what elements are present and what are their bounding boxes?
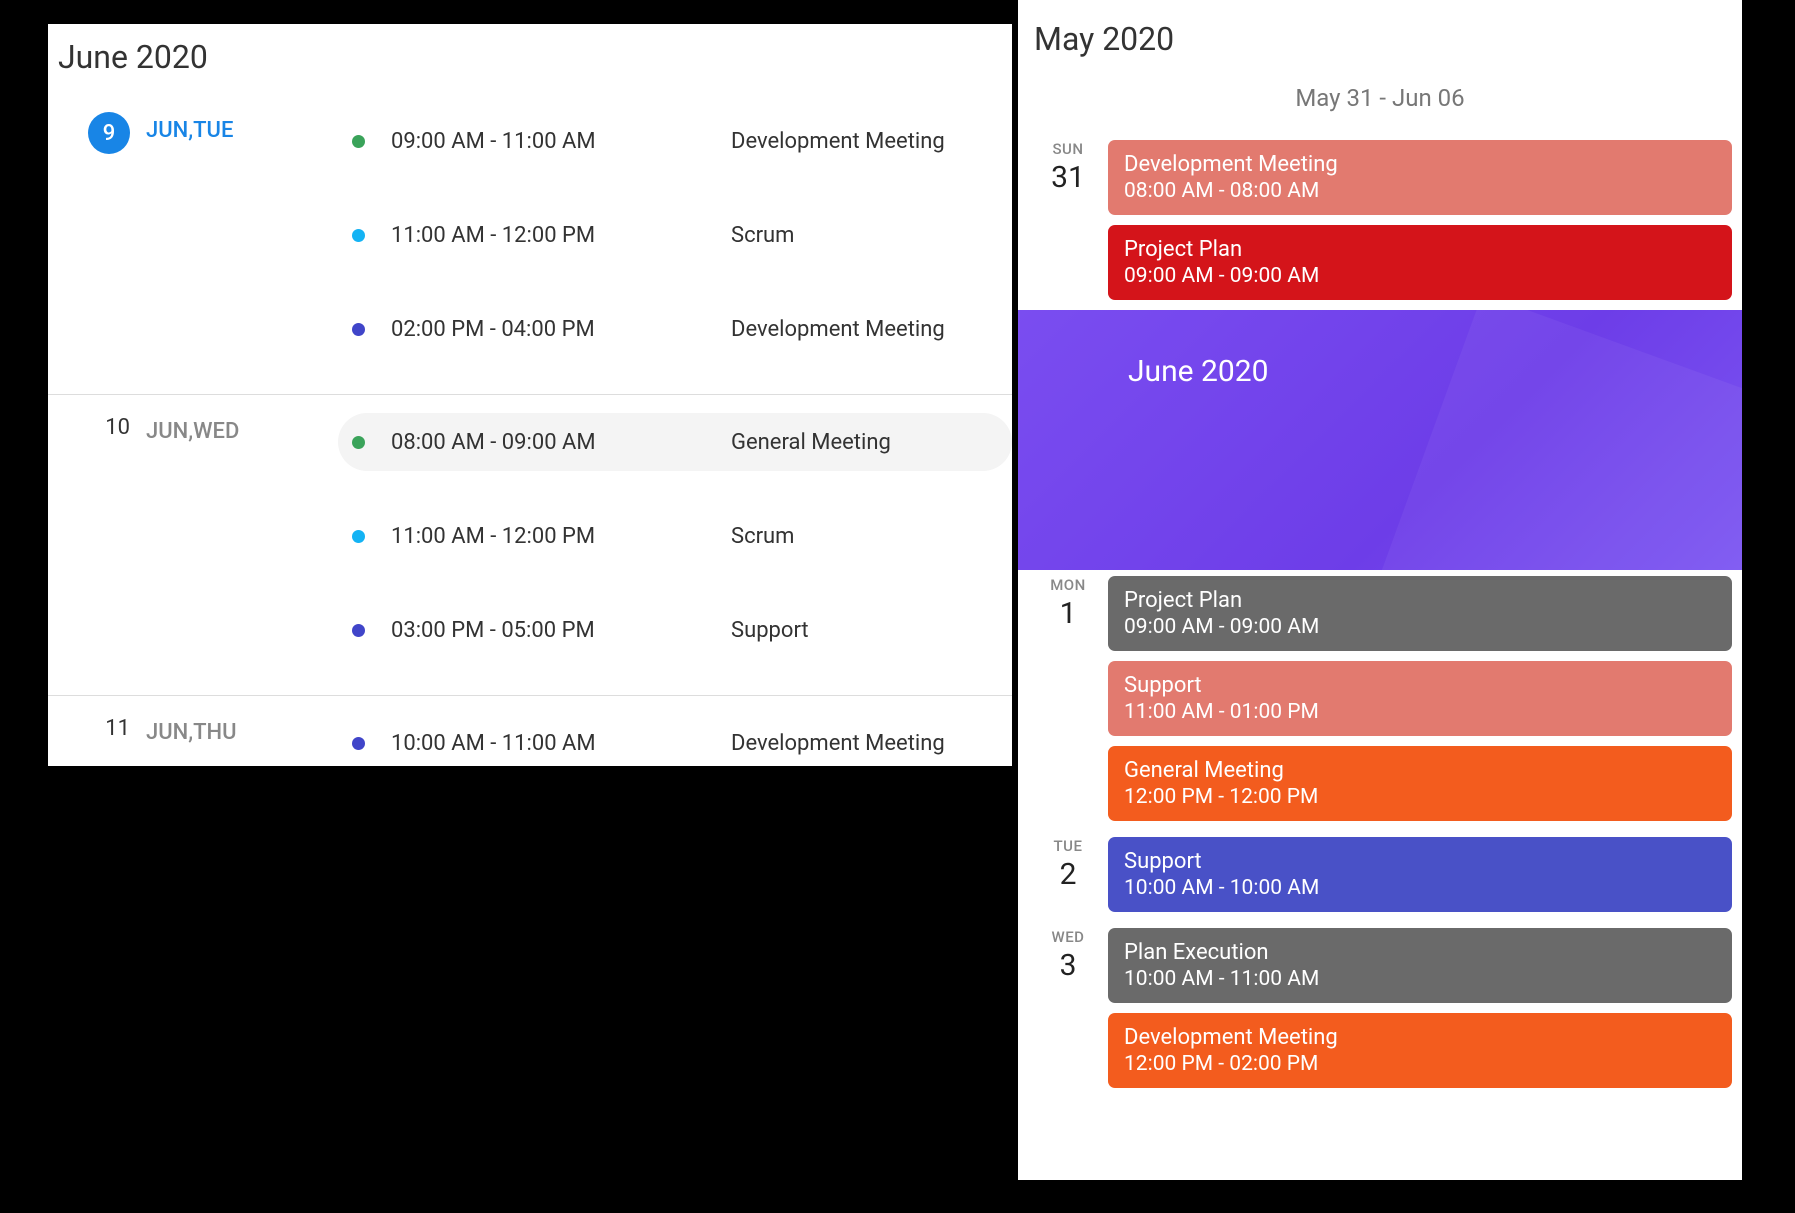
week-event-card[interactable]: Development Meeting08:00 AM - 08:00 AM	[1108, 140, 1732, 215]
agenda-events-column: 10:00 AM - 11:00 AMDevelopment Meeting	[338, 714, 1012, 766]
event-color-dot-icon	[352, 135, 365, 148]
agenda-day-label: JUN,TUE	[146, 112, 233, 143]
event-title: Development Meeting	[731, 317, 945, 342]
agenda-week-panel: May 2020 May 31 - Jun 06 SUN31Developmen…	[1018, 0, 1742, 1180]
week-event-time: 08:00 AM - 08:00 AM	[1124, 179, 1716, 203]
event-title: Support	[731, 618, 809, 643]
week-event-time: 10:00 AM - 10:00 AM	[1124, 876, 1716, 900]
agenda-event-row[interactable]: 09:00 AM - 11:00 AMDevelopment Meeting	[338, 112, 1012, 170]
week-event-time: 09:00 AM - 09:00 AM	[1124, 615, 1716, 639]
week-day-block: WED3Plan Execution10:00 AM - 11:00 AMDev…	[1018, 922, 1742, 1098]
agenda-event-row[interactable]: 11:00 AM - 12:00 PMScrum	[338, 206, 1012, 264]
agenda-day-block: 10 JUN,WED 08:00 AM - 09:00 AMGeneral Meet…	[48, 394, 1012, 695]
event-color-dot-icon	[352, 229, 365, 242]
agenda-day-number: 10	[88, 413, 130, 440]
week-day-block: TUE2Support10:00 AM - 10:00 AM	[1018, 831, 1742, 922]
week-day-dow: MON	[1028, 576, 1108, 594]
week-event-title: Project Plan	[1124, 588, 1716, 613]
event-time: 11:00 AM - 12:00 PM	[391, 223, 731, 248]
week-event-title: Plan Execution	[1124, 940, 1716, 965]
event-time: 02:00 PM - 04:00 PM	[391, 317, 731, 342]
week-event-title: Project Plan	[1124, 237, 1716, 262]
event-color-dot-icon	[352, 323, 365, 336]
agenda-events-column: 08:00 AM - 09:00 AMGeneral Meeting 11:00 …	[338, 413, 1012, 695]
agenda-day-label: JUN,WED	[146, 413, 239, 444]
event-time: 11:00 AM - 12:00 PM	[391, 524, 731, 549]
event-color-dot-icon	[352, 624, 365, 637]
agenda-event-row[interactable]: 08:00 AM - 09:00 AMGeneral Meeting	[338, 413, 1012, 471]
week-day-header[interactable]: SUN 31	[1028, 140, 1108, 310]
agenda-day-label: JUN,THU	[146, 714, 237, 745]
week-event-time: 11:00 AM - 01:00 PM	[1124, 700, 1716, 724]
week-day-number: 1	[1028, 596, 1108, 631]
event-time: 08:00 AM - 09:00 AM	[391, 430, 731, 455]
agenda-month-title: June 2020	[48, 24, 1012, 94]
week-day-header[interactable]: MON 1	[1028, 576, 1108, 831]
month-banner: June 2020	[1018, 310, 1742, 570]
agenda-day-header[interactable]: 11 JUN,THU	[48, 714, 338, 766]
month-banner-label: June 2020	[1128, 354, 1268, 389]
agenda-week-title: May 2020	[1018, 0, 1742, 70]
week-day-block: SUN31Development Meeting08:00 AM - 08:00…	[1018, 134, 1742, 310]
week-events-column: Support10:00 AM - 10:00 AM	[1108, 837, 1732, 922]
week-day-dow: WED	[1028, 928, 1108, 946]
agenda-events-column: 09:00 AM - 11:00 AMDevelopment Meeting11…	[338, 112, 1012, 394]
agenda-event-row[interactable]: 10:00 AM - 11:00 AMDevelopment Meeting	[338, 714, 1012, 766]
week-range-label: May 31 - Jun 06	[1018, 70, 1742, 134]
week-event-title: Development Meeting	[1124, 1025, 1716, 1050]
week-event-card[interactable]: Plan Execution10:00 AM - 11:00 AM	[1108, 928, 1732, 1003]
week-event-card[interactable]: Development Meeting12:00 PM - 02:00 PM	[1108, 1013, 1732, 1088]
week-event-title: Development Meeting	[1124, 152, 1716, 177]
week-event-title: Support	[1124, 849, 1716, 874]
week-event-card[interactable]: Support10:00 AM - 10:00 AM	[1108, 837, 1732, 912]
week-events-column: Project Plan09:00 AM - 09:00 AM Support11…	[1108, 576, 1732, 831]
week-event-title: Support	[1124, 673, 1716, 698]
event-color-dot-icon	[352, 436, 365, 449]
week-day-header[interactable]: TUE 2	[1028, 837, 1108, 922]
week-event-card[interactable]: Project Plan09:00 AM - 09:00 AM	[1108, 225, 1732, 300]
event-time: 09:00 AM - 11:00 AM	[391, 129, 731, 154]
agenda-list-panel: June 2020 9JUN,TUE09:00 AM - 11:00 AMDev…	[48, 24, 1012, 766]
week-event-time: 09:00 AM - 09:00 AM	[1124, 264, 1716, 288]
week-events-column: Development Meeting08:00 AM - 08:00 AM Pr…	[1108, 140, 1732, 310]
week-day-dow: TUE	[1028, 837, 1108, 855]
event-title: Development Meeting	[731, 731, 945, 756]
week-day-header[interactable]: WED 3	[1028, 928, 1108, 1098]
week-event-time: 12:00 PM - 12:00 PM	[1124, 785, 1716, 809]
agenda-day-block: 11 JUN,THU 10:00 AM - 11:00 AMDevelopment …	[48, 695, 1012, 766]
event-time: 10:00 AM - 11:00 AM	[391, 731, 731, 756]
week-day-number: 3	[1028, 948, 1108, 983]
week-events-column: Plan Execution10:00 AM - 11:00 AM Develop…	[1108, 928, 1732, 1098]
week-day-number: 31	[1028, 160, 1108, 195]
event-title: Development Meeting	[731, 129, 945, 154]
week-event-card[interactable]: Project Plan09:00 AM - 09:00 AM	[1108, 576, 1732, 651]
agenda-day-number-badge: 9	[88, 112, 130, 154]
agenda-day-header[interactable]: 10 JUN,WED	[48, 413, 338, 695]
week-event-time: 12:00 PM - 02:00 PM	[1124, 1052, 1716, 1076]
week-day-block: MON1Project Plan09:00 AM - 09:00 AMSuppo…	[1018, 570, 1742, 831]
week-event-card[interactable]: General Meeting12:00 PM - 12:00 PM	[1108, 746, 1732, 821]
week-day-dow: SUN	[1028, 140, 1108, 158]
week-event-time: 10:00 AM - 11:00 AM	[1124, 967, 1716, 991]
week-day-number: 2	[1028, 857, 1108, 892]
event-title: General Meeting	[731, 430, 891, 455]
agenda-day-header[interactable]: 9 JUN,TUE	[48, 112, 338, 394]
event-title: Scrum	[731, 223, 794, 248]
week-event-title: General Meeting	[1124, 758, 1716, 783]
agenda-event-row[interactable]: 11:00 AM - 12:00 PMScrum	[338, 507, 1012, 565]
agenda-event-row[interactable]: 03:00 PM - 05:00 PMSupport	[338, 601, 1012, 659]
agenda-event-row[interactable]: 02:00 PM - 04:00 PMDevelopment Meeting	[338, 300, 1012, 358]
agenda-day-number: 11	[88, 714, 130, 741]
event-time: 03:00 PM - 05:00 PM	[391, 618, 731, 643]
event-color-dot-icon	[352, 530, 365, 543]
event-color-dot-icon	[352, 737, 365, 750]
agenda-day-block: 9JUN,TUE09:00 AM - 11:00 AMDevelopment M…	[48, 94, 1012, 394]
event-title: Scrum	[731, 524, 794, 549]
week-event-card[interactable]: Support11:00 AM - 01:00 PM	[1108, 661, 1732, 736]
